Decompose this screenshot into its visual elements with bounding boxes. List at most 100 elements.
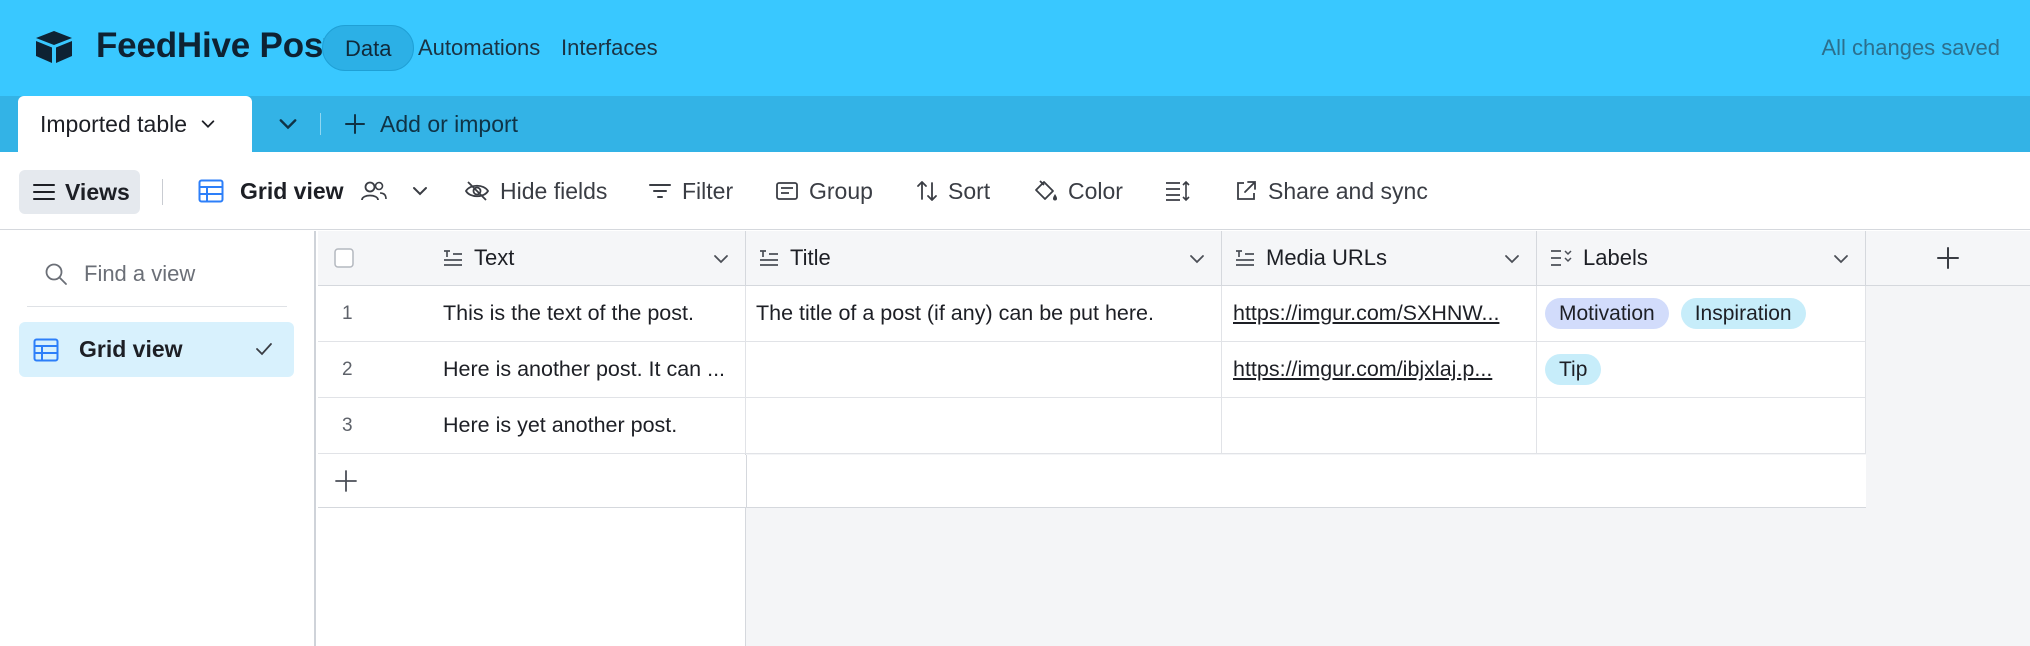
column-header-label: Labels bbox=[1583, 245, 1648, 270]
sidebar-item-grid-view[interactable]: Grid view bbox=[19, 322, 294, 377]
sort-icon bbox=[916, 179, 938, 203]
views-sidebar: Find a view Grid view bbox=[0, 231, 316, 646]
labels-cell[interactable]: Tip bbox=[1537, 342, 1866, 398]
divider bbox=[746, 455, 747, 508]
plus-icon bbox=[1936, 246, 1960, 270]
chevron-down-icon[interactable] bbox=[1831, 249, 1851, 269]
chevron-down-icon[interactable] bbox=[410, 181, 430, 201]
labels-cell[interactable]: Motivation Inspiration bbox=[1537, 286, 1866, 342]
chevron-down-icon[interactable] bbox=[1502, 249, 1522, 269]
label-pill: Motivation bbox=[1545, 298, 1669, 329]
media-url-cell[interactable] bbox=[1222, 398, 1537, 454]
chevron-down-icon[interactable] bbox=[711, 249, 731, 269]
plus-icon[interactable] bbox=[335, 470, 357, 492]
column-header-label: Media URLs bbox=[1266, 245, 1388, 270]
plus-icon bbox=[344, 113, 366, 135]
find-view-search[interactable]: Find a view bbox=[44, 261, 195, 287]
column-header-label: Title bbox=[790, 245, 831, 270]
label-pill: Tip bbox=[1545, 354, 1602, 385]
long-text-icon bbox=[1234, 248, 1256, 268]
title-cell[interactable] bbox=[746, 398, 1222, 454]
divider bbox=[162, 179, 163, 205]
chevron-down-icon[interactable] bbox=[199, 115, 217, 133]
filter-label: Filter bbox=[682, 177, 734, 204]
column-header-text[interactable]: Text bbox=[318, 231, 746, 286]
title-cell[interactable] bbox=[746, 342, 1222, 398]
text-cell[interactable]: 2 Here is another post. It can ... bbox=[318, 342, 746, 398]
view-toolbar: Views Grid view Hide fields Filter Group bbox=[0, 152, 2030, 230]
base-logo-icon[interactable] bbox=[34, 29, 74, 65]
select-all-checkbox[interactable] bbox=[334, 248, 354, 268]
external-link-icon bbox=[1234, 179, 1258, 203]
share-and-sync-button[interactable]: Share and sync bbox=[1234, 152, 1428, 230]
search-input[interactable]: Find a view bbox=[84, 261, 195, 287]
base-name[interactable]: FeedHive Posts bbox=[96, 26, 354, 66]
long-text-icon bbox=[758, 248, 780, 268]
paint-bucket-icon bbox=[1032, 179, 1058, 203]
app-header: FeedHive Posts Data Automations Interfac… bbox=[0, 0, 2030, 96]
nav-automations[interactable]: Automations bbox=[396, 25, 562, 71]
divider bbox=[320, 113, 321, 135]
column-header-labels[interactable]: Labels bbox=[1537, 231, 1866, 286]
filter-button[interactable]: Filter bbox=[648, 152, 733, 230]
multi-select-icon bbox=[1549, 248, 1573, 268]
label-pill: Inspiration bbox=[1680, 298, 1806, 329]
add-field-button[interactable] bbox=[1866, 231, 2030, 286]
cell-value: Here is yet another post. bbox=[443, 413, 678, 437]
hide-fields-button[interactable]: Hide fields bbox=[464, 152, 607, 230]
cell-value: This is the text of the post. bbox=[443, 301, 694, 325]
nav-interfaces[interactable]: Interfaces bbox=[539, 25, 680, 71]
chevron-down-icon[interactable] bbox=[1187, 249, 1207, 269]
share-and-sync-label: Share and sync bbox=[1268, 177, 1428, 204]
collaborators-icon bbox=[360, 180, 388, 202]
url-link[interactable]: https://imgur.com/SXHNW... bbox=[1233, 301, 1499, 326]
labels-cell[interactable] bbox=[1537, 398, 1866, 454]
row-number: 2 bbox=[342, 358, 353, 380]
table-row[interactable]: 2 Here is another post. It can ... https… bbox=[318, 342, 1866, 398]
color-button[interactable]: Color bbox=[1032, 152, 1123, 230]
hamburger-icon bbox=[33, 183, 55, 201]
table-row[interactable]: 1 This is the text of the post. The titl… bbox=[318, 286, 1866, 342]
row-number: 1 bbox=[342, 302, 353, 324]
text-cell[interactable]: 1 This is the text of the post. bbox=[318, 286, 746, 342]
add-record-row[interactable] bbox=[318, 455, 1866, 508]
hide-fields-label: Hide fields bbox=[500, 177, 608, 204]
title-cell[interactable]: The title of a post (if any) can be put … bbox=[746, 286, 1222, 342]
group-icon bbox=[775, 180, 799, 202]
color-label: Color bbox=[1068, 177, 1123, 204]
row-height-button[interactable] bbox=[1164, 152, 1190, 230]
search-icon bbox=[44, 262, 68, 286]
views-label: Views bbox=[65, 178, 130, 205]
checkmark-icon bbox=[254, 339, 274, 359]
filter-icon bbox=[648, 181, 672, 201]
cell-value: Here is another post. It can ... bbox=[443, 357, 726, 381]
eye-off-icon bbox=[464, 180, 490, 202]
long-text-icon bbox=[442, 248, 464, 268]
media-url-cell[interactable]: https://imgur.com/ibjxlaj.p... bbox=[1222, 342, 1537, 398]
all-tables-chevron-icon[interactable] bbox=[276, 112, 300, 136]
view-switcher[interactable]: Grid view bbox=[198, 152, 430, 230]
media-url-cell[interactable]: https://imgur.com/SXHNW... bbox=[1222, 286, 1537, 342]
row-number: 3 bbox=[342, 414, 353, 436]
sort-label: Sort bbox=[948, 177, 991, 204]
save-status: All changes saved bbox=[1821, 35, 2000, 60]
group-button[interactable]: Group bbox=[775, 152, 873, 230]
url-link[interactable]: https://imgur.com/ibjxlaj.p... bbox=[1233, 357, 1492, 382]
text-cell[interactable]: 3 Here is yet another post. bbox=[318, 398, 746, 454]
table-row[interactable]: 3 Here is yet another post. bbox=[318, 398, 1866, 454]
group-label: Group bbox=[809, 177, 873, 204]
tab-imported-table[interactable]: Imported table bbox=[18, 96, 252, 152]
column-header-label: Text bbox=[474, 245, 515, 270]
cell-value: The title of a post (if any) can be put … bbox=[756, 301, 1154, 325]
grid-icon bbox=[198, 179, 224, 203]
views-button[interactable]: Views bbox=[19, 170, 140, 214]
sort-button[interactable]: Sort bbox=[916, 152, 990, 230]
column-header-title[interactable]: Title bbox=[746, 231, 1222, 286]
table-tab-bar: Imported table Add or import bbox=[0, 96, 2030, 152]
grid-icon bbox=[33, 338, 59, 362]
column-header-media-urls[interactable]: Media URLs bbox=[1222, 231, 1537, 286]
view-name: Grid view bbox=[240, 177, 344, 204]
add-or-import-button[interactable]: Add or import bbox=[344, 96, 518, 152]
tab-label: Imported table bbox=[40, 110, 188, 137]
sidebar-item-label: Grid view bbox=[79, 336, 183, 362]
